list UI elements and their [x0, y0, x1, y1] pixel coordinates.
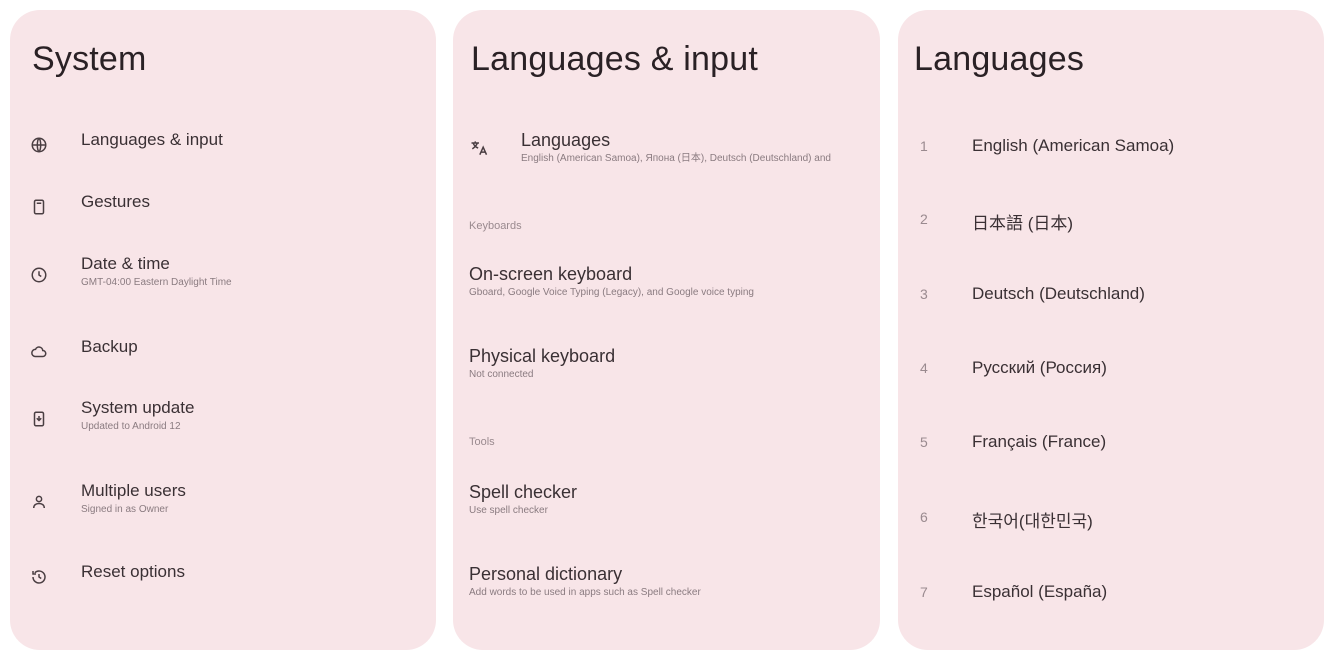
languages-label: Languages — [521, 130, 611, 150]
system-item-label: Backup — [81, 337, 138, 356]
onscreen-keyboard-subtitle: Gboard, Google Voice Typing (Legacy), an… — [469, 287, 754, 298]
system-item-label: Languages & input — [81, 130, 223, 149]
system-item-subtitle: Signed in as Owner — [81, 504, 169, 515]
list-item[interactable]: 4 Русский (Россия) — [898, 356, 1324, 386]
phone-icon — [30, 198, 48, 216]
system-item-system-update[interactable]: System update Updated to Android 12 — [10, 396, 436, 440]
onscreen-keyboard-setting[interactable]: On-screen keyboard Gboard, Google Voice … — [469, 262, 880, 300]
list-item[interactable]: 5 Français (France) — [898, 430, 1324, 460]
system-item-gestures[interactable]: Gestures — [10, 190, 436, 234]
system-item-languages-input[interactable]: Languages & input — [10, 128, 436, 172]
language-rank: 2 — [920, 211, 928, 227]
system-item-subtitle: Updated to Android 12 — [81, 421, 181, 432]
language-rank: 5 — [920, 434, 928, 450]
section-header-keyboards: Keyboards — [469, 220, 522, 232]
list-item[interactable]: 3 Deutsch (Deutschland) — [898, 282, 1324, 312]
system-item-label: Reset options — [81, 562, 185, 581]
languages-panel: Languages 1 English (American Samoa) 2 日… — [898, 10, 1324, 650]
language-name: Deutsch (Deutschland) — [972, 284, 1145, 303]
language-rank: 7 — [920, 584, 928, 600]
page-title: System — [32, 40, 147, 78]
physical-keyboard-label: Physical keyboard — [469, 346, 616, 366]
section-header-tools: Tools — [469, 436, 495, 448]
language-name: 한국어(대한민국) — [972, 512, 1093, 531]
personal-dictionary-label: Personal dictionary — [469, 564, 623, 584]
list-item[interactable]: 2 日本語 (日本) — [898, 207, 1324, 237]
system-update-icon — [30, 410, 48, 428]
language-rank: 6 — [920, 509, 928, 525]
list-item[interactable]: 1 English (American Samoa) — [898, 134, 1324, 164]
physical-keyboard-subtitle: Not connected — [469, 369, 534, 380]
system-item-reset-options[interactable]: Reset options — [10, 560, 436, 604]
system-item-label: Date & time — [81, 254, 170, 273]
spell-checker-subtitle: Use spell checker — [469, 505, 548, 516]
list-item[interactable]: 6 한국어(대한민국) — [898, 505, 1324, 535]
language-rank: 3 — [920, 286, 928, 302]
personal-dictionary-subtitle: Add words to be used in apps such as Spe… — [469, 587, 701, 598]
system-item-multiple-users[interactable]: Multiple users Signed in as Owner — [10, 479, 436, 523]
personal-dictionary-setting[interactable]: Personal dictionary Add words to be used… — [469, 562, 880, 600]
system-item-label: Gestures — [81, 192, 150, 211]
languages-setting[interactable]: Languages English (American Samoa), Япон… — [521, 128, 880, 166]
translate-icon — [469, 138, 489, 158]
onscreen-keyboard-label: On-screen keyboard — [469, 264, 633, 284]
page-title: Languages — [914, 40, 1085, 78]
system-item-label: System update — [81, 398, 195, 417]
system-panel: System Languages & input Gestures Date &… — [10, 10, 436, 650]
system-item-subtitle: GMT-04:00 Eastern Daylight Time — [81, 277, 232, 288]
languages-input-panel: Languages & input Languages English (Ame… — [453, 10, 880, 650]
system-item-backup[interactable]: Backup — [10, 335, 436, 379]
clock-icon — [30, 266, 48, 284]
language-name: 日本語 (日本) — [972, 214, 1074, 233]
cloud-icon — [30, 343, 48, 361]
system-item-label: Multiple users — [81, 481, 186, 500]
language-name: Français (France) — [972, 432, 1107, 451]
language-name: English (American Samoa) — [972, 136, 1175, 155]
system-item-date-time[interactable]: Date & time GMT-04:00 Eastern Daylight T… — [10, 252, 436, 296]
page-title: Languages & input — [471, 40, 758, 78]
globe-icon — [30, 136, 48, 154]
spell-checker-setting[interactable]: Spell checker Use spell checker — [469, 480, 880, 518]
languages-subtitle: English (American Samoa), Япона (日本), De… — [521, 153, 831, 164]
history-icon — [30, 568, 48, 586]
language-name: Español (España) — [972, 582, 1108, 601]
spell-checker-label: Spell checker — [469, 482, 578, 502]
physical-keyboard-setting[interactable]: Physical keyboard Not connected — [469, 344, 880, 382]
language-rank: 1 — [920, 138, 928, 154]
users-icon — [30, 493, 48, 511]
language-rank: 4 — [920, 360, 928, 376]
list-item[interactable]: 7 Español (España) — [898, 580, 1324, 610]
language-name: Русский (Россия) — [972, 358, 1107, 377]
